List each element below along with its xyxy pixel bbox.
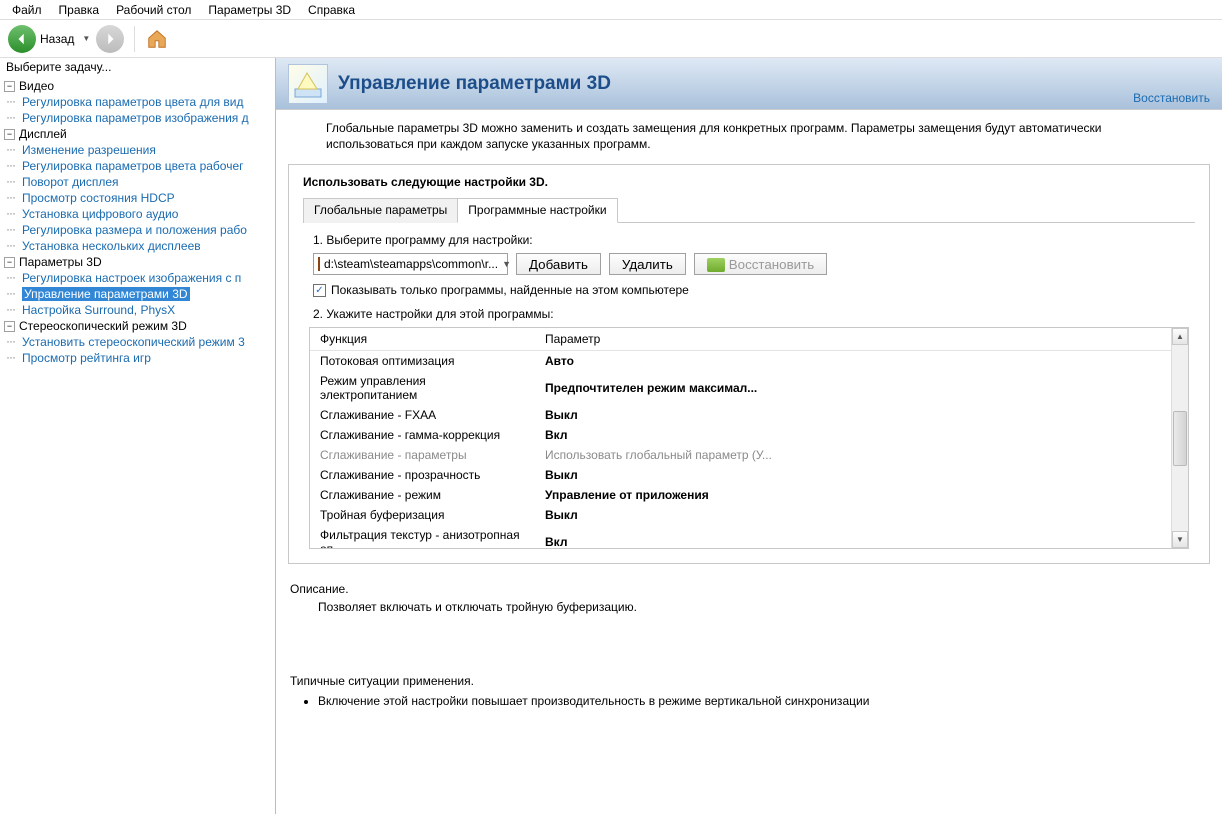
nav-back-label: Назад — [40, 32, 74, 46]
tree-toggle[interactable]: − — [4, 81, 15, 92]
remove-button[interactable]: Удалить — [609, 253, 686, 275]
program-select[interactable]: d:\steam\steamapps\common\r... ▼ — [313, 253, 508, 275]
nav-tree: −ВидеоРегулировка параметров цвета для в… — [0, 76, 275, 368]
show-found-label: Показывать только программы, найденные н… — [331, 283, 689, 297]
home-button[interactable] — [145, 27, 169, 51]
settings-row[interactable]: Сглаживание - режимУправление от приложе… — [310, 485, 1188, 505]
sidebar: Выберите задачу... −ВидеоРегулировка пар… — [0, 58, 276, 814]
program-icon — [318, 257, 320, 271]
tree-item[interactable]: Просмотр рейтинга игр — [22, 351, 151, 365]
scroll-up-button[interactable]: ▲ — [1172, 328, 1188, 345]
tree-item[interactable]: Регулировка параметров изображения д — [22, 111, 249, 125]
usage-list: Включение этой настройки повышает произв… — [318, 694, 1222, 708]
usage-item: Включение этой настройки повышает произв… — [318, 694, 1222, 708]
tree-toggle[interactable]: − — [4, 321, 15, 332]
tree-group-label[interactable]: Параметры 3D — [19, 255, 102, 269]
toolbar: Назад ▼ — [0, 20, 1222, 58]
settings-row[interactable]: Сглаживание - FXAAВыкл — [310, 405, 1188, 425]
page-title: Управление параметрами 3D — [338, 73, 611, 95]
content-pane: Управление параметрами 3D Восстановить Г… — [276, 58, 1222, 814]
usage-block: Типичные ситуации применения. Включение … — [290, 674, 1222, 708]
menu-Рабочий стол[interactable]: Рабочий стол — [108, 3, 199, 17]
tree-item[interactable]: Управление параметрами 3D — [22, 287, 190, 301]
settings-table: Функция Параметр Потоковая оптимизацияАв… — [310, 328, 1188, 548]
tree-group-label[interactable]: Дисплей — [19, 127, 67, 141]
nav-back-button[interactable] — [8, 25, 36, 53]
tree-item[interactable]: Регулировка настроек изображения с п — [22, 271, 241, 285]
add-button[interactable]: Добавить — [516, 253, 601, 275]
header-banner: Управление параметрами 3D Восстановить — [276, 58, 1222, 110]
description-text: Позволяет включать и отключать тройную б… — [318, 600, 1222, 614]
panel-title: Использовать следующие настройки 3D. — [303, 175, 1195, 189]
restore-program-button[interactable]: Восстановить — [694, 253, 827, 275]
settings-row[interactable]: Сглаживание - прозрачностьВыкл — [310, 465, 1188, 485]
description-title: Описание. — [290, 582, 1222, 596]
col-parameter[interactable]: Параметр — [535, 328, 1168, 351]
sidebar-header: Выберите задачу... — [0, 58, 275, 76]
tree-group-label[interactable]: Стереоскопический режим 3D — [19, 319, 187, 333]
tree-item[interactable]: Просмотр состояния HDCP — [22, 191, 175, 205]
toolbar-separator — [134, 26, 135, 52]
settings-row[interactable]: Фильтрация текстур - анизотропная оп...В… — [310, 525, 1188, 548]
description-block: Описание. Позволяет включать и отключать… — [290, 582, 1222, 614]
chevron-down-icon: ▼ — [502, 259, 511, 269]
settings-row[interactable]: Сглаживание - гамма-коррекцияВкл — [310, 425, 1188, 445]
intro-text: Глобальные параметры 3D можно заменить и… — [276, 110, 1222, 158]
vertical-scrollbar[interactable]: ▲ ▼ — [1171, 328, 1188, 548]
tree-item[interactable]: Регулировка параметров цвета рабочег — [22, 159, 244, 173]
step2-label: 2. Укажите настройки для этой программы: — [313, 307, 1195, 321]
tree-toggle[interactable]: − — [4, 257, 15, 268]
restore-link[interactable]: Восстановить — [1133, 91, 1210, 105]
settings-row[interactable]: Сглаживание - параметрыИспользовать глоб… — [310, 445, 1188, 465]
step1-label: 1. Выберите программу для настройки: — [313, 233, 1195, 247]
tree-item[interactable]: Поворот дисплея — [22, 175, 119, 189]
menubar: ФайлПравкаРабочий столПараметры 3DСправк… — [0, 0, 1222, 20]
usage-title: Типичные ситуации применения. — [290, 674, 1222, 688]
tree-group-label[interactable]: Видео — [19, 79, 54, 93]
tree-toggle[interactable]: − — [4, 129, 15, 140]
tree-item[interactable]: Установка нескольких дисплеев — [22, 239, 201, 253]
menu-Справка[interactable]: Справка — [300, 3, 363, 17]
settings-row[interactable]: Тройная буферизацияВыкл — [310, 505, 1188, 525]
program-path: d:\steam\steamapps\common\r... — [324, 257, 498, 271]
menu-Файл[interactable]: Файл — [4, 3, 50, 17]
nvidia-icon — [707, 258, 725, 272]
tab[interactable]: Глобальные параметры — [303, 198, 458, 223]
show-found-checkbox[interactable]: ✓ — [313, 284, 326, 297]
menu-Параметры 3D[interactable]: Параметры 3D — [200, 3, 299, 17]
scroll-down-button[interactable]: ▼ — [1172, 531, 1188, 548]
menu-Правка[interactable]: Правка — [51, 3, 108, 17]
tree-item[interactable]: Установка цифрового аудио — [22, 207, 178, 221]
settings-table-wrap: Функция Параметр Потоковая оптимизацияАв… — [309, 327, 1189, 549]
col-function[interactable]: Функция — [310, 328, 535, 351]
tree-item[interactable]: Регулировка параметров цвета для вид — [22, 95, 243, 109]
tab[interactable]: Программные настройки — [457, 198, 617, 223]
nav-forward-button[interactable] — [96, 25, 124, 53]
tree-item[interactable]: Установить стереоскопический режим 3 — [22, 335, 245, 349]
settings-row[interactable]: Потоковая оптимизацияАвто — [310, 351, 1188, 372]
banner-icon — [288, 64, 328, 104]
tree-item[interactable]: Регулировка размера и положения рабо — [22, 223, 247, 237]
tree-item[interactable]: Настройка Surround, PhysX — [22, 303, 175, 317]
tab-bar: Глобальные параметрыПрограммные настройк… — [303, 197, 1195, 223]
settings-row[interactable]: Режим управления электропитаниемПредпочт… — [310, 371, 1188, 405]
chevron-down-icon[interactable]: ▼ — [82, 34, 90, 43]
scroll-thumb[interactable] — [1173, 411, 1187, 466]
settings-panel: Использовать следующие настройки 3D. Гло… — [288, 164, 1210, 564]
tree-item[interactable]: Изменение разрешения — [22, 143, 156, 157]
